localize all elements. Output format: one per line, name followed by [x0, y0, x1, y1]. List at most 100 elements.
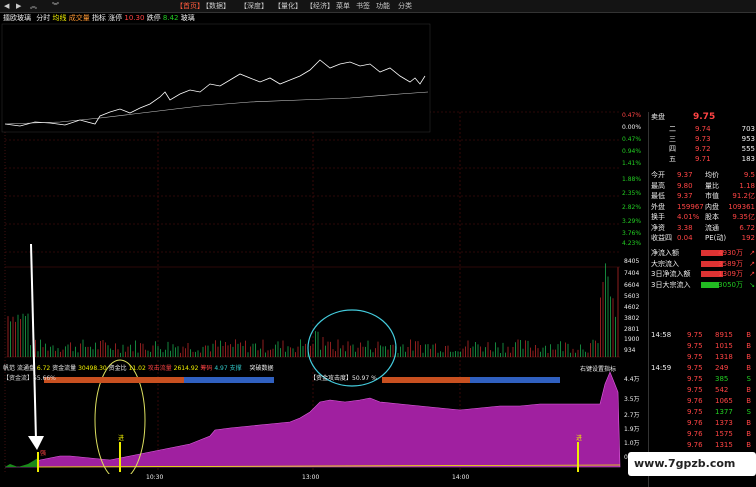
stat-value: 0.04 — [677, 234, 693, 242]
ind-attack-value: 2614.92 — [173, 365, 199, 372]
flow-label: 3日净流入额 — [651, 270, 691, 278]
ind-ratio-label: 资金比 — [108, 365, 127, 372]
toolbar-home[interactable]: 【首页】 — [176, 0, 204, 12]
ind-flow-label: 资金流量 — [52, 365, 77, 372]
pct-label: 0.47% — [622, 112, 642, 119]
volume-label: 4602 — [624, 304, 640, 311]
down-double-chevron-icon[interactable]: ︾ — [52, 0, 59, 12]
tick-flag: B — [746, 419, 751, 427]
tick-flag: B — [746, 364, 751, 372]
volume-axis: 8405 7404 6604 5603 4602 3802 2801 1900 … — [624, 258, 648, 358]
tick-flag: S — [746, 408, 751, 416]
ask-level-row: 四 9.72 555 — [649, 144, 756, 154]
fund-flow-label: 【资金流】55.66% — [3, 375, 56, 382]
volume-label: 6604 — [624, 282, 640, 289]
tick-price: 9.75 — [687, 386, 703, 394]
tick-flag: B — [746, 441, 751, 449]
tick-row: 9.75 385 S — [649, 374, 756, 384]
stat-value: 109361 — [728, 202, 755, 211]
tick-flag: B — [746, 386, 751, 394]
tick-time: 14:59 — [651, 364, 672, 372]
fund-outflow-area — [5, 458, 38, 467]
stat-row: 最高 9.80 量比 1.18 — [649, 181, 756, 191]
tick-volume: 1318 — [715, 353, 733, 361]
attack-bar-blue — [470, 377, 560, 383]
ask-level-volume: 703 — [741, 125, 755, 133]
stat-value: 9.80 — [677, 181, 693, 190]
marker-label-strong: 强 — [40, 450, 47, 457]
ind-attack-label: 攻击流量 — [147, 365, 172, 372]
flow-label: 净流入额 — [651, 249, 679, 257]
tick-price: 9.76 — [687, 441, 703, 449]
ask-level-name: 二 — [669, 125, 676, 133]
ind-axis-label: 3.5万 — [624, 396, 640, 403]
left-arrow-icon[interactable]: ◀ — [4, 0, 9, 12]
volume-label: 934 — [624, 347, 636, 354]
stat-label: 今开 — [651, 171, 665, 179]
stat-row: 净资 3.38 流通 6.72 — [649, 223, 756, 233]
toolbar-function[interactable]: 功能 — [376, 0, 390, 12]
tick-price: 9.76 — [687, 430, 703, 438]
volume-label: 5603 — [624, 293, 640, 300]
ask-level-row: 五 9.71 183 — [649, 154, 756, 164]
ask-level-price: 9.74 — [695, 125, 711, 133]
pct-label: 0.94% — [622, 148, 642, 155]
flow-row: 3日净流入额 1309万 ↗ — [649, 269, 756, 279]
arrow-up-icon: ↗ — [749, 249, 755, 257]
toolbar-quant[interactable]: 【量化】 — [274, 0, 302, 12]
toolbar-menu[interactable]: 菜单 — [336, 0, 350, 12]
tick-flag: B — [746, 353, 751, 361]
arrow-down-icon: ↘ — [749, 280, 755, 289]
ask-level-name: 三 — [669, 135, 676, 143]
tick-row: 14:59 9.75 249 B — [649, 363, 756, 373]
stat-label: 内盘 — [705, 202, 719, 211]
volume-label: 8405 — [624, 258, 640, 265]
tick-row: 9.76 1315 B — [649, 440, 756, 450]
ask-level-row: 三 9.73 953 — [649, 134, 756, 144]
tick-price: 9.75 — [687, 408, 703, 416]
stat-value: 159967 — [677, 202, 704, 211]
ind-float-value: 6.72 — [36, 365, 51, 372]
ind-breakout-label: 突破数据 — [249, 365, 274, 372]
volume-label: 7404 — [624, 270, 640, 277]
time-label: 10:30 — [146, 474, 164, 481]
arrow-up-icon: ↗ — [749, 259, 755, 268]
tick-volume: 385 — [715, 375, 729, 383]
stat-value: 4.01% — [677, 213, 700, 221]
marker-label-enter-1: 进 — [118, 435, 125, 442]
right-arrow-icon[interactable]: ▶ — [16, 0, 21, 12]
watermark-box: www.7gpzb.com — [628, 452, 756, 476]
toolbar-category[interactable]: 分类 — [398, 0, 412, 12]
ind-chip-value: 4.97 — [214, 365, 228, 372]
sell-label: 卖盘 — [651, 113, 665, 121]
stat-label: 净资 — [651, 223, 665, 232]
stat-value: 6.72 — [739, 223, 755, 232]
stat-value: 9.5 — [743, 171, 755, 179]
stat-value: 9.35亿 — [732, 213, 755, 221]
tick-price: 9.76 — [687, 419, 703, 427]
volume-label: 2801 — [624, 326, 640, 333]
settings-link[interactable]: 右键设置指标 — [580, 364, 616, 373]
tick-price: 9.75 — [687, 375, 703, 383]
arrow-up-icon: ↗ — [749, 270, 755, 278]
tick-flag: B — [746, 397, 751, 405]
toolbar-bookmark[interactable]: 书签 — [356, 0, 370, 12]
fund-flow-bar-red — [44, 377, 184, 383]
tick-price: 9.75 — [687, 364, 703, 372]
ind-chip-label: 筹码 — [200, 365, 213, 372]
stat-label: 股本 — [705, 213, 719, 221]
volume-label: 3802 — [624, 315, 640, 322]
fund-attack-label: 【资金攻击度】50.97 % — [310, 375, 377, 382]
up-double-chevron-icon[interactable]: ︽ — [30, 0, 37, 12]
marker-label-enter-2: 进 — [576, 435, 583, 442]
toolbar-economy[interactable]: 【经济】 — [306, 0, 334, 12]
tick-volume: 1015 — [715, 342, 733, 350]
sell-price: 9.75 — [693, 112, 716, 122]
time-label: 13:00 — [302, 474, 320, 481]
stat-label: PE(动) — [705, 234, 727, 242]
tick-price: 9.75 — [687, 331, 703, 339]
flow-label: 大宗流入 — [651, 259, 679, 268]
toolbar-depth[interactable]: 【深度】 — [240, 0, 268, 12]
toolbar-data[interactable]: 【数据】 — [202, 0, 230, 12]
tick-row: 9.76 1575 B — [649, 429, 756, 439]
